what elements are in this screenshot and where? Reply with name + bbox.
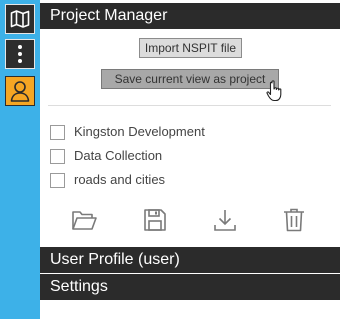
download-icon [214,210,236,231]
more-options-button[interactable] [5,39,35,69]
more-vertical-icon [18,45,22,63]
project-checkbox[interactable] [50,149,65,164]
import-nspit-file-button[interactable]: Import NSPIT file [139,38,242,58]
trash-icon [284,208,304,232]
folder-open-icon [72,211,97,230]
save-project-button[interactable] [142,207,168,233]
map-icon [10,10,30,28]
user-profile-header[interactable]: User Profile (user) [40,247,340,273]
settings-title: Settings [50,278,108,295]
settings-header[interactable]: Settings [40,274,340,300]
open-project-button[interactable] [71,207,97,233]
project-label: Data Collection [74,148,163,163]
project-manager-title: Project Manager [50,7,168,24]
project-checkbox[interactable] [50,125,65,140]
sidebar-rail [0,0,40,319]
project-label: Kingston Development [74,124,205,139]
delete-project-button[interactable] [281,207,307,233]
save-current-view-button[interactable]: Save current view as project [101,69,279,89]
download-project-button[interactable] [212,207,238,233]
project-checkbox[interactable] [50,173,65,188]
map-button[interactable] [5,4,35,34]
section-divider [48,105,331,106]
hand-pointer-cursor-icon [266,80,282,102]
project-manager-header[interactable]: Project Manager [40,3,340,29]
user-profile-button[interactable] [5,76,35,106]
user-icon [10,81,30,102]
project-label: roads and cities [74,172,166,187]
save-icon [144,209,166,231]
user-profile-title: User Profile (user) [50,251,180,268]
